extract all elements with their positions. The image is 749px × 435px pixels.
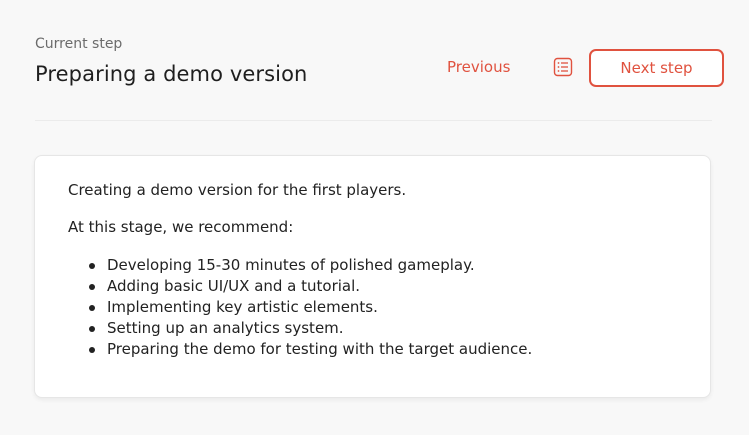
step-description-card: Creating a demo version for the first pl… xyxy=(34,155,711,398)
current-step-label: Current step xyxy=(35,36,123,52)
recommend-heading: At this stage, we recommend: xyxy=(68,218,294,236)
step-header: Current step Preparing a demo version Pr… xyxy=(35,0,724,121)
list-item: Preparing the demo for testing with the … xyxy=(88,340,533,358)
list-item: Developing 15-30 minutes of polished gam… xyxy=(88,255,532,276)
list-item: Implementing key artistic elements. xyxy=(88,297,532,318)
step-intro-text: Creating a demo version for the first pl… xyxy=(68,181,407,199)
next-step-button[interactable]: Next step xyxy=(589,49,724,87)
previous-button[interactable]: Previous xyxy=(447,58,510,76)
step-title: Preparing a demo version xyxy=(35,62,308,86)
list-item: Setting up an analytics system. xyxy=(88,318,532,339)
recommendation-list: Developing 15-30 minutes of polished gam… xyxy=(88,255,533,360)
list-icon xyxy=(553,57,573,77)
list-item: Adding basic UI/UX and a tutorial. xyxy=(88,276,532,297)
steps-list-button[interactable] xyxy=(553,57,573,77)
